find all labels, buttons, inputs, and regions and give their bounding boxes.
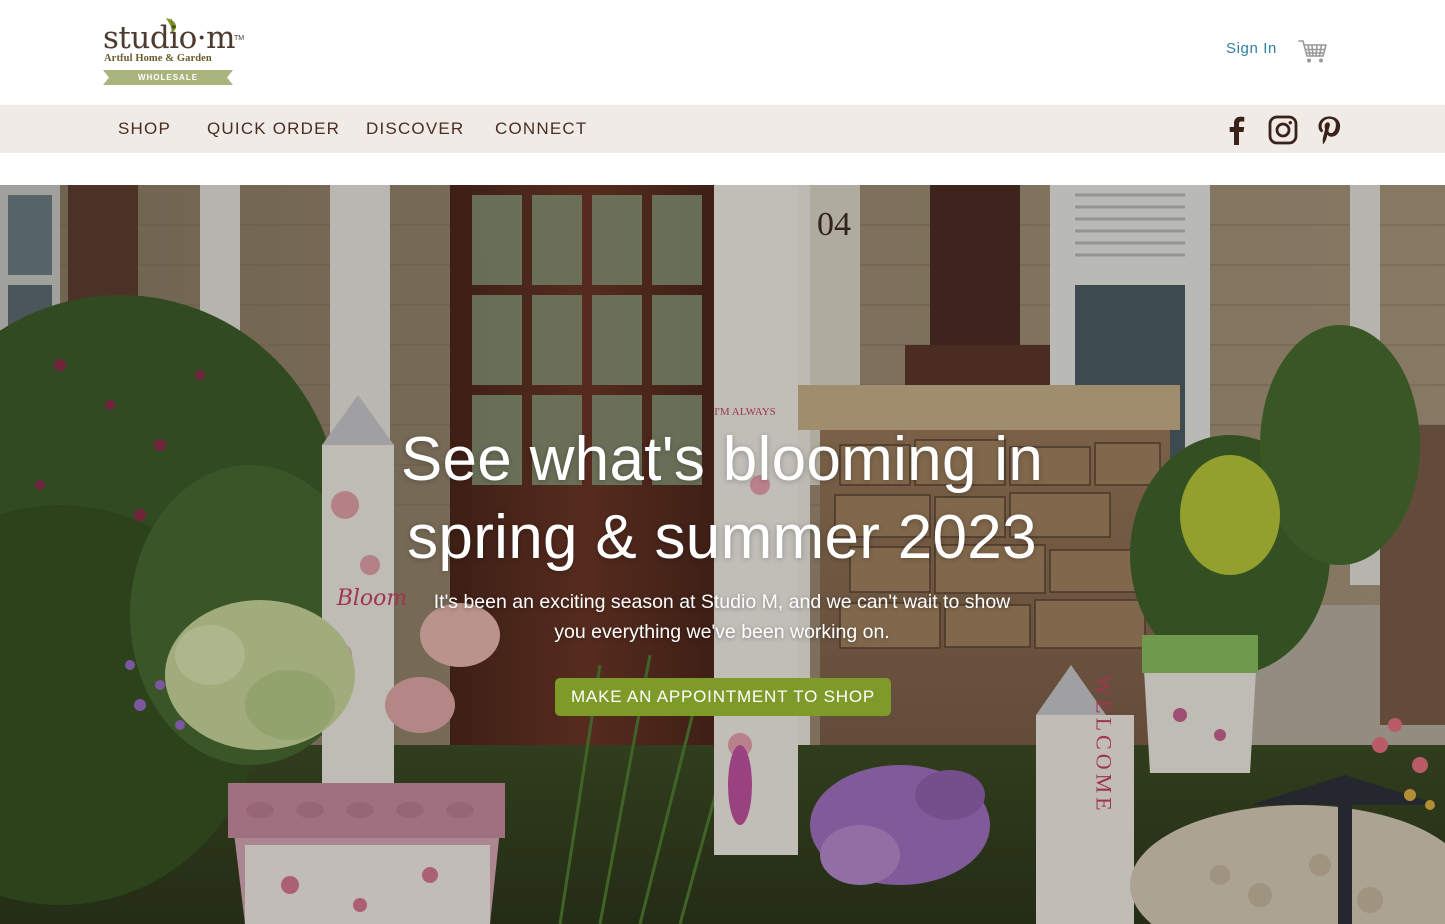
nav-item-shop[interactable]: SHOP <box>118 105 171 153</box>
site-header: studio·m TM Artful Home & Garden WHOLESA… <box>0 0 1445 105</box>
nav-item-quick-order[interactable]: QUICK ORDER <box>207 105 340 153</box>
main-nav: SHOP QUICK ORDER DISCOVER CONNECT <box>0 105 1445 153</box>
pinterest-icon[interactable] <box>1313 114 1345 146</box>
studio-m-logo[interactable]: studio·m TM Artful Home & Garden WHOLESA… <box>103 14 244 86</box>
hero-banner: 04 Bloom I'M ALWAYS WELCOME See what's b… <box>0 185 1445 924</box>
make-appointment-button[interactable]: MAKE AN APPOINTMENT TO SHOP <box>555 678 891 716</box>
sign-in-link[interactable]: Sign In <box>1226 38 1277 60</box>
logo-tagline: Artful Home & Garden <box>104 53 212 64</box>
logo-ribbon: WHOLESALE <box>103 70 233 85</box>
logo-wordmark: studio·m <box>103 20 236 56</box>
hero-title: See what's blooming in spring & summer 2… <box>322 421 1122 577</box>
hero-title-line-1: See what's blooming in <box>400 425 1044 494</box>
logo-trademark: TM <box>234 35 245 42</box>
facebook-icon[interactable] <box>1221 114 1253 146</box>
hero-title-line-2: spring & summer 2023 <box>407 503 1037 572</box>
nav-item-connect[interactable]: CONNECT <box>495 105 587 153</box>
shopping-cart-icon[interactable] <box>1297 34 1329 66</box>
logo-ribbon-label: WHOLESALE <box>137 73 199 82</box>
instagram-icon[interactable] <box>1267 114 1299 146</box>
hero-subtitle: It's been an exciting season at Studio M… <box>433 591 1011 643</box>
nav-item-discover[interactable]: DISCOVER <box>366 105 464 153</box>
